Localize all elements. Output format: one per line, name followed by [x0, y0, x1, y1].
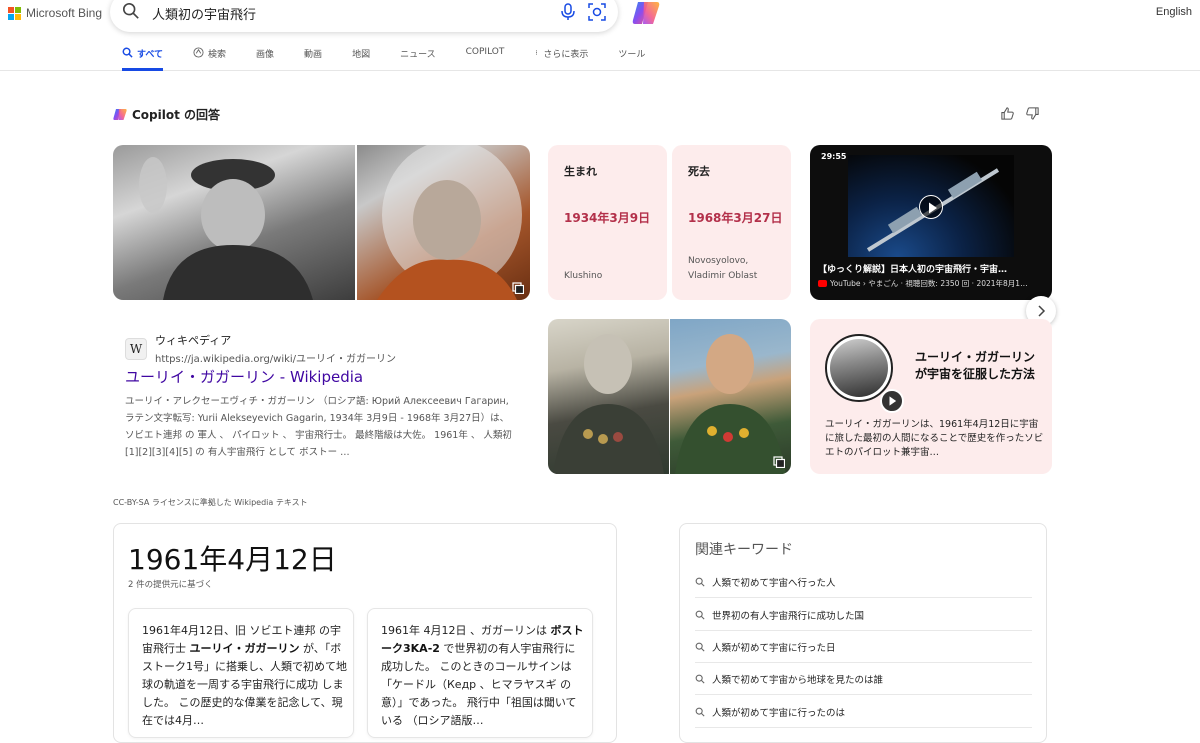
- related-item[interactable]: 人類で初めて宇宙から地球を見たのは誰: [695, 663, 1032, 695]
- search-icon: [122, 47, 133, 58]
- born-date: 1934年3月9日: [564, 211, 651, 225]
- search-icon: [695, 642, 705, 652]
- avatar-photo: [830, 339, 888, 397]
- tab-bar: すべて 検索 画像 動画 地図 ニュース COPILOT さらに表示 ツール: [122, 44, 675, 71]
- chevron-right-icon: [1038, 305, 1046, 317]
- tab-all[interactable]: すべて: [122, 44, 164, 71]
- related-item[interactable]: 人類が初めて宇宙に行ったのは: [695, 696, 1032, 728]
- born-place: Klushino: [564, 271, 603, 281]
- search-icon[interactable]: [122, 2, 140, 20]
- tab-label: 検索: [208, 50, 227, 60]
- copilot-answer-title: Copilot の回答: [132, 108, 221, 122]
- photo-silhouette-icon: [675, 334, 786, 474]
- photo-silhouette-icon: [553, 334, 664, 474]
- died-fact-card[interactable]: 死去 1968年3月27日 Novosyolovo, Vladimir Obla…: [672, 145, 791, 300]
- tab-label: 地図: [352, 50, 371, 60]
- wikipedia-icon: W: [125, 337, 147, 360]
- play-icon[interactable]: [919, 195, 943, 219]
- tab-news[interactable]: ニュース: [400, 44, 436, 71]
- tab-label: 画像: [256, 50, 275, 60]
- born-fact-card[interactable]: 生まれ 1934年3月9日 Klushino: [548, 145, 667, 300]
- gagarin-spacesuit-photo[interactable]: [357, 145, 530, 300]
- related-item[interactable]: 人類で初めて宇宙へ行った人: [695, 566, 1032, 598]
- video-title[interactable]: 【ゆっくり解説】日本人初の宇宙飛行・宇宙…: [818, 262, 1046, 275]
- search-icon: [695, 610, 705, 620]
- wiki-result-title-link[interactable]: ユーリイ・ガガーリン - Wikipedia: [125, 366, 363, 387]
- tab-label: 動画: [304, 50, 323, 60]
- license-note[interactable]: CC-BY-SA ライセンスに準拠した Wikipedia テキスト: [113, 497, 308, 508]
- play-icon[interactable]: [880, 389, 904, 413]
- microphone-icon[interactable]: [560, 3, 576, 21]
- copilot-search-icon: [193, 47, 204, 58]
- related-item[interactable]: 人類が初めて宇宙に行った日: [695, 631, 1032, 663]
- copilot-icon: [113, 109, 127, 120]
- gagarin-portrait-bw[interactable]: [548, 319, 669, 474]
- wiki-source-name: ウィキペディア: [155, 334, 232, 347]
- yuri-card-title: ユーリイ・ガガーリンが宇宙を征服した方法: [915, 350, 1036, 381]
- source-card[interactable]: 1961年4月12日、旧 ソビエト連邦 の宇宙飛行士 ユーリイ・ガガーリン が、…: [128, 608, 354, 738]
- source-text: 1961年 4月12日 、ガガーリンは ボストーク3KA-2 で世界初の有人宇宙…: [381, 624, 584, 727]
- providers-count: 2 件の提供元に基づく: [128, 580, 213, 590]
- yuri-video-card[interactable]: ユーリイ・ガガーリンが宇宙を征服した方法 ユーリイ・ガガーリンは、1961年4月…: [810, 319, 1052, 474]
- header: Microsoft Bing 人類初の宇宙飛行 English すべて 検索 画…: [0, 0, 1200, 71]
- tab-videos[interactable]: 動画: [304, 44, 322, 71]
- brand-name: Microsoft Bing: [26, 6, 103, 20]
- yuri-card-description: ユーリイ・ガガーリンは、1961年4月12日に宇宙に旅した最初の人間になることで…: [825, 419, 1044, 458]
- tab-label: ツール: [618, 50, 646, 60]
- video-card[interactable]: 29:55 【ゆっくり解説】日本人初の宇宙飛行・宇宙… YouTube › やま…: [810, 145, 1052, 300]
- source-card[interactable]: 1961年 4月12日 、ガガーリンは ボストーク3KA-2 で世界初の有人宇宙…: [367, 608, 593, 738]
- born-label: 生まれ: [564, 165, 597, 178]
- search-icon: [695, 707, 705, 717]
- search-input[interactable]: 人類初の宇宙飛行: [152, 4, 256, 23]
- tab-label: すべて: [137, 50, 164, 60]
- gagarin-portrait-color[interactable]: [670, 319, 791, 474]
- tab-more[interactable]: さらに表示: [534, 44, 588, 71]
- tab-tools[interactable]: ツール: [618, 44, 645, 71]
- video-thumbnail: [848, 155, 1014, 257]
- thumbs-up-icon[interactable]: [1000, 106, 1015, 121]
- copilot-answer-heading: Copilot の回答: [113, 106, 220, 123]
- tab-copilot[interactable]: COPILOT: [466, 44, 505, 71]
- youtube-icon: [818, 280, 827, 287]
- video-meta: YouTube › やまごん · 視聴回数: 2350 回 · 2021年8月1…: [818, 278, 1048, 289]
- tab-label: さらに表示: [543, 50, 589, 60]
- search-icon: [695, 674, 705, 684]
- answer-date: 1961年4月12日: [128, 543, 337, 576]
- more-vertical-icon: [536, 50, 538, 55]
- tab-copilot-search[interactable]: 検索: [193, 44, 226, 71]
- feedback-buttons: [1000, 106, 1040, 121]
- related-item[interactable]: 世界初の有人宇宙飛行に成功した国: [695, 599, 1032, 631]
- wiki-source[interactable]: W ウィキペディア https://ja.wikipedia.org/wiki/…: [125, 332, 396, 365]
- related-title: 関連キーワード: [695, 542, 793, 558]
- thumbs-down-icon[interactable]: [1025, 106, 1040, 121]
- video-duration: 29:55: [821, 152, 847, 161]
- tab-images[interactable]: 画像: [256, 44, 274, 71]
- visual-search-icon[interactable]: [588, 3, 606, 21]
- search-box[interactable]: 人類初の宇宙飛行: [110, 0, 618, 32]
- tab-maps[interactable]: 地図: [352, 44, 370, 71]
- search-icon: [695, 577, 705, 587]
- expand-gallery-icon[interactable]: [512, 282, 524, 294]
- tab-label: ニュース: [400, 50, 436, 60]
- source-text: 1961年4月12日、旧 ソビエト連邦 の宇宙飛行士 ユーリイ・ガガーリン が、…: [142, 624, 347, 727]
- died-label: 死去: [688, 165, 710, 178]
- copilot-logo-icon[interactable]: [632, 0, 660, 26]
- video-meta-text: YouTube › やまごん · 視聴回数: 2350 回 · 2021年8月1…: [830, 279, 1028, 288]
- photo-silhouette-icon: [139, 157, 313, 300]
- microsoft-logo-icon: [8, 6, 21, 20]
- expand-gallery-icon[interactable]: [773, 456, 785, 468]
- wiki-snippet: ユーリイ・アレクセーエヴィチ・ガガーリン （ロシア語: Юрий Алексее…: [125, 396, 512, 458]
- related-keywords-panel: 関連キーワード 人類で初めて宇宙へ行った人 世界初の有人宇宙飛行に成功した国 人…: [679, 523, 1047, 743]
- tab-label: COPILOT: [465, 47, 505, 57]
- died-date: 1968年3月27日: [688, 211, 783, 225]
- language-switch[interactable]: English: [1156, 6, 1192, 18]
- answer-panel: 1961年4月12日 2 件の提供元に基づく 1961年4月12日、旧 ソビエト…: [113, 523, 617, 743]
- wiki-url: https://ja.wikipedia.org/wiki/ユーリイ・ガガーリン: [155, 354, 397, 365]
- photo-silhouette-icon: [377, 145, 522, 300]
- gagarin-salute-photo[interactable]: [113, 145, 355, 300]
- bing-logo[interactable]: Microsoft Bing: [8, 6, 102, 20]
- died-place: Novosyolovo, Vladimir Oblast: [688, 256, 758, 281]
